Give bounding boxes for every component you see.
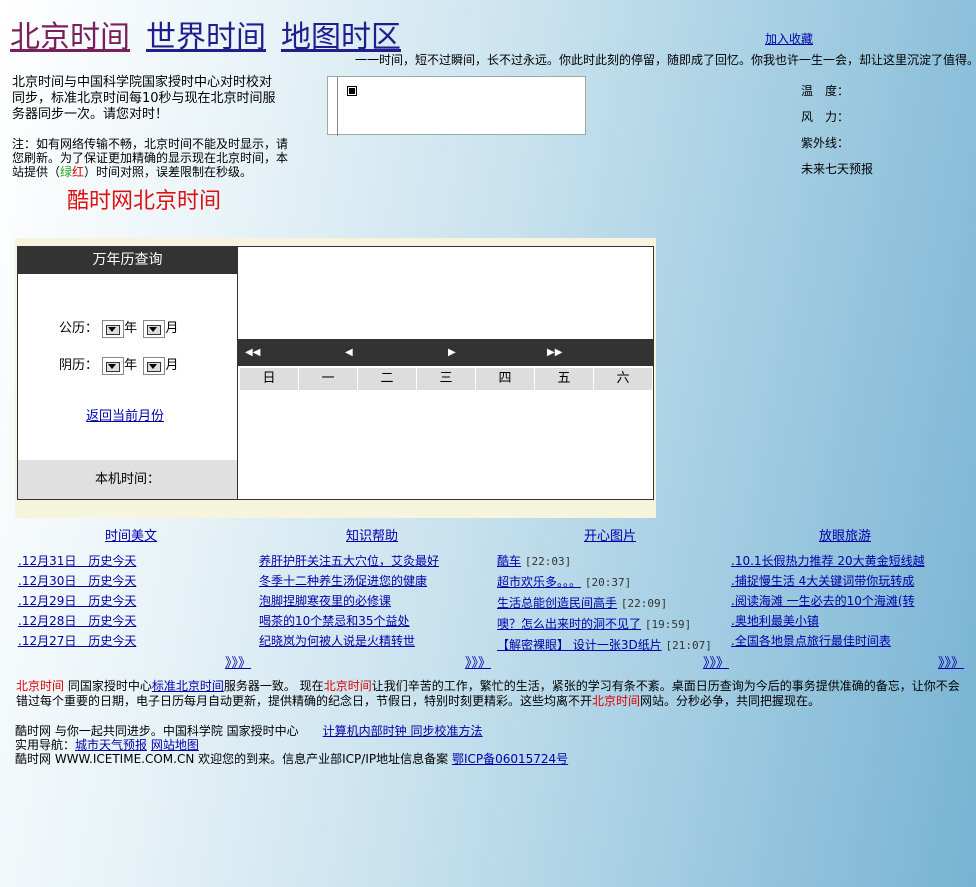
nav-beijing-time[interactable]: 北京时间 (10, 12, 130, 56)
item-time: [21:07] (665, 639, 712, 652)
list-item[interactable]: .阅读海滩 一生必去的10个海滩(转 (731, 594, 915, 608)
solar-date-row: 公历： 年 月 (59, 317, 178, 338)
motto-text: 一一时间，短不过瞬间，长不过永远。你此时此刻的停留，随即成了回忆。你我也许一生一… (355, 53, 976, 67)
list-item[interactable]: .全国各地景点旅行最佳时间表 (731, 634, 891, 648)
back-to-current-month-link[interactable]: 返回当前月份 (86, 405, 164, 424)
section-time-essays[interactable]: 时间美文 (105, 525, 157, 544)
clock-checkbox[interactable] (347, 86, 357, 96)
year-label: 年 (124, 358, 138, 373)
section-travel[interactable]: 放眼旅游 (819, 525, 871, 544)
nav-timezone-map[interactable]: 地图时区 (281, 12, 401, 56)
solar-label: 公历： (59, 321, 99, 336)
add-favorite-link[interactable]: 加入收藏 (765, 30, 813, 47)
weekday-header: 日 一 二 三 四 五 六 (240, 368, 653, 390)
solar-month-select[interactable] (143, 319, 166, 338)
list-item[interactable]: .10.1长假热力推荐 20大黄金短线越 (731, 554, 925, 568)
list-item[interactable]: 冬季十二种养生汤促进您的健康 (259, 574, 427, 588)
next-month-icon[interactable]: ▶ (448, 347, 456, 358)
year-label: 年 (124, 321, 138, 336)
weather-panel: 温 度： 风 力： 紫外线： 未来七天预报 (801, 78, 873, 182)
note-text: 注：如有网络传输不畅，北京时间不能及时显示，请您刷新。为了保证更加精确的显示现在… (12, 137, 289, 179)
weekday-cell: 三 (417, 368, 475, 390)
next-year-icon[interactable]: ▶▶ (547, 347, 562, 358)
weekday-cell: 六 (594, 368, 652, 390)
section-fun-pictures[interactable]: 开心图片 (584, 525, 636, 544)
item-time: [19:59] (644, 618, 692, 631)
item-time: [20:37] (584, 576, 632, 589)
city-weather-link[interactable]: 城市天气预报 (75, 738, 147, 752)
list-item[interactable]: .12月30日 历史今天 (18, 574, 136, 588)
fun-pictures-list: 酷车 [22:03] 超市欢乐多。。。 [20:37] 生活总能创造民间高手 [… (497, 551, 712, 656)
item-time: [22:09] (620, 597, 668, 610)
calendar-grid-panel: ◀◀ ◀ ▶ ▶▶ 日 一 二 三 四 五 六 (238, 247, 653, 499)
lunar-label: 阴历： (59, 358, 99, 373)
list-item[interactable]: .12月27日 历史今天 (18, 634, 136, 648)
list-item[interactable]: .12月31日 历史今天 (18, 554, 136, 568)
travel-list: .10.1长假热力推荐 20大黄金短线越 .捕捉慢生活 4大关键词带你玩转成 .… (731, 551, 925, 651)
list-item[interactable]: 【解密裸眼】 设计一张3D纸片 (497, 638, 662, 652)
calendar-navigation: ◀◀ ◀ ▶ ▶▶ (238, 339, 653, 366)
list-item[interactable]: 酷车 (497, 554, 521, 568)
list-item[interactable]: 喝茶的10个禁忌和35个益处 (259, 614, 410, 628)
lunar-month-select[interactable] (143, 356, 166, 375)
prev-month-icon[interactable]: ◀ (345, 347, 353, 358)
month-label: 月 (165, 321, 179, 336)
nav-world-time[interactable]: 世界时间 (146, 12, 266, 56)
brand-title: 酷时网北京时间 (67, 189, 222, 214)
lunar-year-select[interactable] (102, 356, 125, 375)
item-time: [22:03] (524, 555, 572, 568)
uv-label: 紫外线： (801, 136, 850, 150)
lunar-date-row: 阴历： 年 月 (59, 354, 178, 375)
more-link-travel[interactable]: 》》》 (938, 652, 964, 671)
month-label: 月 (165, 358, 179, 373)
prev-year-icon[interactable]: ◀◀ (245, 347, 260, 358)
more-link-essays[interactable]: 》》》 (225, 652, 251, 671)
calendar-query-panel: 万年历查询 公历： 年 月 阴历： 年 月 返回当前月份 本机时间： (18, 247, 238, 499)
more-link-knowledge[interactable]: 》》》 (465, 652, 491, 671)
list-item[interactable]: 生活总能创造民间高手 (497, 596, 617, 610)
list-item[interactable]: .奥地利最美小镇 (731, 614, 819, 628)
calendar-section: 万年历查询 公历： 年 月 阴历： 年 月 返回当前月份 本机时间： ◀◀ ◀ … (15, 238, 656, 518)
list-item[interactable]: .捕捉慢生活 4大关键词带你玩转成 (731, 574, 914, 588)
wind-label: 风 力： (801, 110, 850, 124)
description-paragraph: 北京时间 同国家授时中心标准北京时间服务器一致。 现在北京时间让我们辛苦的工作，… (16, 679, 960, 708)
list-item[interactable]: 泡脚捏脚寒夜里的必修课 (259, 594, 391, 608)
clock-display (327, 76, 586, 136)
icp-link[interactable]: 鄂ICP备06015724号 (452, 752, 568, 766)
knowledge-help-list: 养肝护肝关注五大穴位，艾灸最好 冬季十二种养生汤促进您的健康 泡脚捏脚寒夜里的必… (259, 551, 439, 651)
more-link-pictures[interactable]: 》》》 (703, 652, 729, 671)
list-item[interactable]: 超市欢乐多。。。 (497, 575, 581, 589)
clock-sync-link[interactable]: 计算机内部时钟 同步校准方法 (323, 724, 483, 738)
list-item[interactable]: 养肝护肝关注五大穴位，艾灸最好 (259, 554, 439, 568)
temperature-label: 温 度： (801, 84, 850, 98)
list-item[interactable]: 噢？怎么出来时的洞不见了 (497, 617, 641, 631)
standard-time-link[interactable]: 标准北京时间 (152, 679, 224, 693)
calendar-widget: 万年历查询 公历： 年 月 阴历： 年 月 返回当前月份 本机时间： ◀◀ ◀ … (17, 246, 654, 500)
weekday-cell: 四 (476, 368, 534, 390)
weekday-cell: 一 (299, 368, 357, 390)
list-item[interactable]: .12月28日 历史今天 (18, 614, 136, 628)
list-item[interactable]: 纪晓岚为何被人说是火精转世 (259, 634, 415, 648)
weekday-cell: 日 (240, 368, 298, 390)
weekday-cell: 二 (358, 368, 416, 390)
time-essays-list: .12月31日 历史今天 .12月30日 历史今天 .12月29日 历史今天 .… (18, 551, 136, 651)
sitemap-link[interactable]: 网站地图 (151, 738, 199, 752)
list-item[interactable]: .12月29日 历史今天 (18, 594, 136, 608)
calendar-query-title: 万年历查询 (18, 247, 237, 274)
section-knowledge-help[interactable]: 知识帮助 (346, 525, 398, 544)
footer: 酷时网 与你一起共同进步。中国科学院 国家授时中心 计算机内部时钟 同步校准方法… (15, 724, 569, 766)
weekday-cell: 五 (535, 368, 593, 390)
solar-year-select[interactable] (102, 319, 125, 338)
local-time-label: 本机时间： (18, 460, 237, 499)
forecast-label: 未来七天预报 (801, 162, 874, 176)
intro-text: 北京时间与中国科学院国家授时中心对时校对同步，标准北京时间每10秒与现在北京时间… (12, 75, 276, 122)
